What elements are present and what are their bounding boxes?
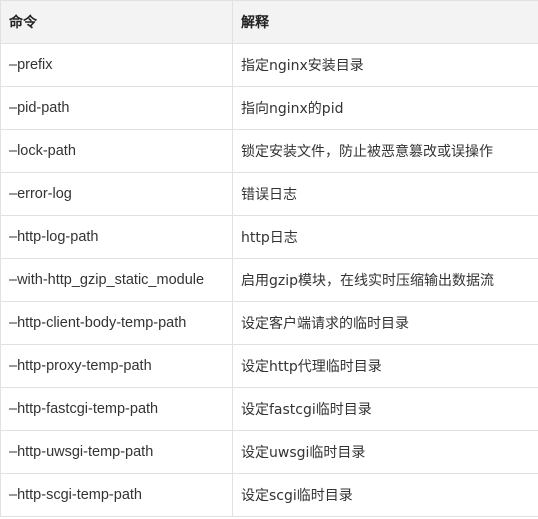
table-row: –http-fastcgi-temp-path 设定fastcgi临时目录 (0, 387, 538, 431)
option-cell: –prefix (0, 43, 233, 87)
option-cell: –pid-path (0, 86, 233, 130)
description-cell: http日志 (232, 215, 538, 259)
option-cell: –lock-path (0, 129, 233, 173)
description-cell: 错误日志 (232, 172, 538, 216)
description-cell: 指向nginx的pid (232, 86, 538, 130)
table-row: –http-proxy-temp-path 设定http代理临时目录 (0, 344, 538, 388)
option-cell: –http-uwsgi-temp-path (0, 430, 233, 474)
table-header: 命令 解释 (0, 0, 538, 44)
option-cell: –http-scgi-temp-path (0, 473, 233, 517)
table-row: –prefix 指定nginx安装目录 (0, 43, 538, 87)
option-cell: –error-log (0, 172, 233, 216)
table-row: –with-http_gzip_static_module 启用gzip模块，在… (0, 258, 538, 302)
header-row: 命令 解释 (0, 0, 538, 44)
table-row: –error-log 错误日志 (0, 172, 538, 216)
option-cell: –http-fastcgi-temp-path (0, 387, 233, 431)
description-cell: 设定scgi临时目录 (232, 473, 538, 517)
option-cell: –http-log-path (0, 215, 233, 259)
option-cell: –http-proxy-temp-path (0, 344, 233, 388)
description-cell: 设定fastcgi临时目录 (232, 387, 538, 431)
table-row: –http-log-path http日志 (0, 215, 538, 259)
table-row: –http-uwsgi-temp-path 设定uwsgi临时目录 (0, 430, 538, 474)
header-command: 命令 (0, 0, 233, 44)
table-body: –prefix 指定nginx安装目录 –pid-path 指向nginx的pi… (0, 43, 538, 517)
option-cell: –with-http_gzip_static_module (0, 258, 233, 302)
table-row: –lock-path 锁定安装文件，防止被恶意篡改或误操作 (0, 129, 538, 173)
header-explanation: 解释 (232, 0, 538, 44)
description-cell: 锁定安装文件，防止被恶意篡改或误操作 (232, 129, 538, 173)
nginx-config-options-table: 命令 解释 –prefix 指定nginx安装目录 –pid-path 指向ng… (0, 0, 538, 517)
table-row: –http-scgi-temp-path 设定scgi临时目录 (0, 473, 538, 517)
option-cell: –http-client-body-temp-path (0, 301, 233, 345)
description-cell: 启用gzip模块，在线实时压缩输出数据流 (232, 258, 538, 302)
table-row: –pid-path 指向nginx的pid (0, 86, 538, 130)
description-cell: 设定http代理临时目录 (232, 344, 538, 388)
table-row: –http-client-body-temp-path 设定客户端请求的临时目录 (0, 301, 538, 345)
description-cell: 设定uwsgi临时目录 (232, 430, 538, 474)
description-cell: 指定nginx安装目录 (232, 43, 538, 87)
description-cell: 设定客户端请求的临时目录 (232, 301, 538, 345)
